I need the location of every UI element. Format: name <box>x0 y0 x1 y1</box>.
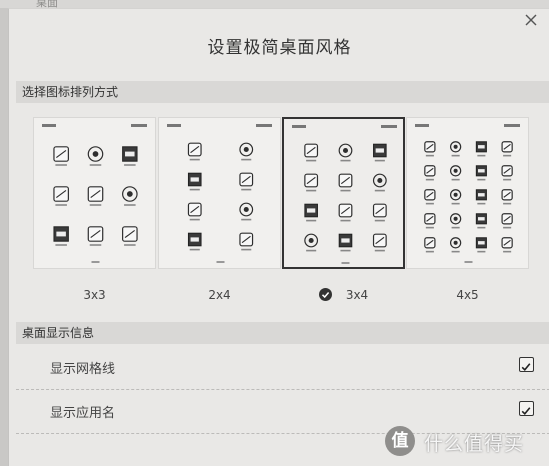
app-icon <box>424 213 436 229</box>
site-watermark: 值 什么值得买 <box>385 426 545 456</box>
show-app-names-checkbox[interactable] <box>519 401 534 416</box>
app-icon <box>187 172 202 191</box>
app-icon <box>424 189 436 205</box>
app-icon <box>239 202 254 221</box>
app-icon <box>53 226 69 246</box>
layout-option-label: 3x3 <box>83 288 106 302</box>
app-icon <box>449 237 462 253</box>
app-icon <box>304 203 318 222</box>
app-icon <box>53 146 69 166</box>
section-header-icon-layout: 选择图标排列方式 <box>16 81 549 103</box>
layout-preview-2x4 <box>158 117 281 269</box>
app-icon <box>239 232 254 251</box>
app-icon <box>53 186 69 206</box>
app-icon <box>304 143 319 162</box>
layout-option-label: 4x5 <box>456 288 479 302</box>
app-icon <box>501 141 513 157</box>
layout-preview-3x4 <box>282 117 405 269</box>
layout-preview-4x5 <box>406 117 529 269</box>
app-icon <box>122 186 138 206</box>
app-icon <box>449 165 462 181</box>
app-icon <box>424 141 436 157</box>
app-icon <box>475 237 487 253</box>
toggle-label: 显示应用名 <box>50 406 116 421</box>
layout-option-3x3[interactable]: 3x3 <box>33 117 156 307</box>
app-icon <box>372 203 387 222</box>
layout-preview-3x3 <box>33 117 156 269</box>
watermark-logo-icon: 值 <box>385 426 415 456</box>
app-icon <box>449 213 462 229</box>
app-icon <box>239 142 254 161</box>
app-icon <box>373 143 387 162</box>
app-icon <box>122 226 138 246</box>
dialog-title: 设置极简桌面风格 <box>207 38 352 58</box>
app-icon <box>475 213 487 229</box>
app-icon <box>87 226 104 246</box>
app-icon <box>501 165 513 181</box>
layout-option-2x4[interactable]: 2x4 <box>158 117 281 307</box>
app-icon <box>338 203 353 222</box>
app-icon <box>475 189 487 205</box>
watermark-text: 什么值得买 <box>424 433 525 455</box>
selected-check-icon <box>318 288 332 301</box>
app-icon <box>87 186 104 206</box>
app-icon <box>475 165 487 181</box>
minimal-desktop-style-dialog: 设置极简桌面风格 选择图标排列方式 3x3 2x4 3x4 4x5 桌面显示信息… <box>8 8 549 466</box>
toggle-row-show-gridlines[interactable]: 显示网格线 <box>16 345 549 390</box>
app-icon <box>187 232 202 251</box>
layout-options: 3x3 2x4 3x4 4x5 <box>9 117 549 307</box>
app-icon <box>122 146 138 166</box>
app-icon <box>372 233 387 252</box>
app-icon <box>338 173 353 192</box>
app-icon <box>87 146 104 166</box>
close-button[interactable] <box>522 11 540 29</box>
section-header-desktop-info: 桌面显示信息 <box>16 322 549 344</box>
app-icon <box>449 141 462 157</box>
close-icon <box>525 14 537 26</box>
app-icon <box>338 233 353 252</box>
app-icon <box>424 165 436 181</box>
layout-option-3x4[interactable]: 3x4 <box>282 117 405 307</box>
app-icon <box>501 237 513 253</box>
app-icon <box>501 189 513 205</box>
layout-option-label: 2x4 <box>208 288 231 302</box>
app-icon <box>187 202 202 221</box>
app-icon <box>475 141 487 157</box>
app-icon <box>449 189 462 205</box>
toggle-label: 显示网格线 <box>50 362 116 377</box>
checkmark-icon <box>521 407 531 415</box>
app-icon <box>304 233 319 252</box>
app-icon <box>239 172 254 191</box>
app-icon <box>424 237 436 253</box>
show-gridlines-checkbox[interactable] <box>519 357 534 372</box>
app-icon <box>501 213 513 229</box>
background-app-strip: 桌面 <box>0 0 549 9</box>
app-icon <box>372 173 387 192</box>
selected-option-text: 3x4 <box>345 288 369 302</box>
layout-option-4x5[interactable]: 4x5 <box>406 117 529 307</box>
layout-option-label-selected: 3x4 <box>282 288 405 302</box>
app-icon <box>304 173 319 192</box>
app-icon <box>187 142 202 161</box>
app-icon <box>338 143 353 162</box>
checkmark-icon <box>521 363 531 371</box>
